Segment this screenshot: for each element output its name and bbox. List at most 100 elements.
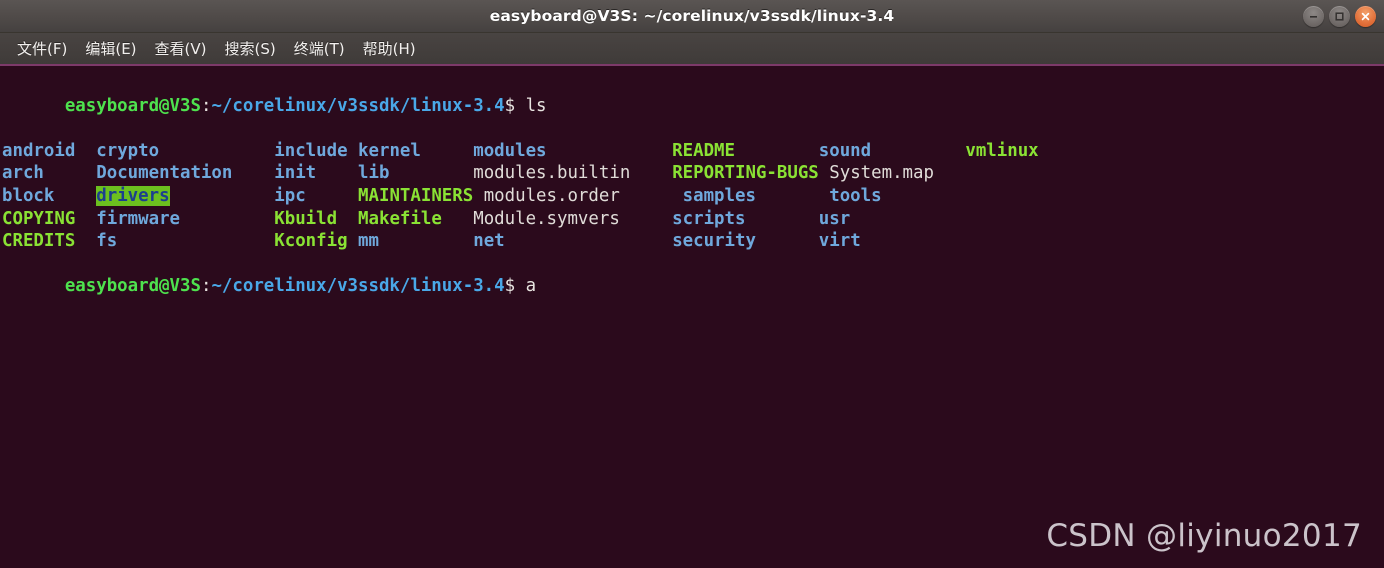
ls-entry[interactable]: include [274,141,347,161]
ls-column-gap [442,209,473,229]
ls-column-gap [316,163,358,183]
ls-entry[interactable]: scripts [672,209,745,229]
menu-item-edit[interactable]: 编辑(E) [76,35,145,62]
minimize-icon [1310,15,1317,18]
ls-column-gap [306,186,358,206]
ls-entry[interactable]: firmware [96,209,180,229]
ls-column-gap [547,141,673,161]
ls-column-gap [505,231,673,251]
ls-column-gap [379,231,473,251]
ls-entry[interactable]: kernel [358,141,421,161]
ls-entry[interactable]: modules.order [484,186,620,206]
ls-entry[interactable]: arch [2,163,44,183]
titlebar: easyboard@V3S: ~/corelinux/v3ssdk/linux-… [0,0,1384,33]
ls-output-row: arch Documentation init lib modules.buil… [2,162,1384,185]
ls-column-gap [54,186,96,206]
ls-entry[interactable]: vmlinux [965,141,1038,161]
ls-entry[interactable]: Documentation [96,163,232,183]
window-title: easyboard@V3S: ~/corelinux/v3ssdk/linux-… [489,7,895,25]
ls-entry[interactable]: Kbuild [274,209,337,229]
ls-entry[interactable]: virt [819,231,861,251]
menu-item-file[interactable]: 文件(F) [8,35,76,62]
ls-output-row: android crypto include kernel modules RE… [2,140,1384,163]
ls-column-gap [871,141,965,161]
ls-entry[interactable]: samples [683,186,756,206]
ls-column-gap [348,141,358,161]
maximize-button[interactable] [1329,5,1350,27]
ls-entry[interactable]: tools [829,186,881,206]
window-controls [1303,0,1376,32]
command-ls: ls [515,95,547,116]
ls-column-gap [745,209,818,229]
prompt-colon: : [200,95,212,116]
prompt-path: ~/corelinux/v3ssdk/linux-3.4 [211,276,505,297]
ls-entry[interactable]: MAINTAINERS [358,186,473,206]
ls-entry[interactable]: README [672,141,735,161]
command-typed: a [515,276,537,297]
ls-entry[interactable]: sound [819,141,871,161]
ls-entry[interactable]: ipc [274,186,305,206]
ls-column-gap [75,231,96,251]
ls-column-gap [232,163,274,183]
terminal-prompt-line-1: easyboard@V3S:~/corelinux/v3ssdk/linux-3… [2,72,1384,140]
ls-column-gap [75,209,96,229]
ls-entry[interactable]: Kconfig [274,231,347,251]
menu-item-help[interactable]: 帮助(H) [354,35,425,62]
ls-entry[interactable]: init [274,163,316,183]
ls-column-gap [473,186,483,206]
ls-entry[interactable]: lib [358,163,389,183]
ls-column-gap [44,163,96,183]
menu-item-terminal[interactable]: 终端(T) [285,35,354,62]
prompt-user-host: easyboard@V3S [64,95,201,116]
ls-column-gap [117,231,274,251]
ls-entry[interactable]: mm [358,231,379,251]
ls-entry[interactable]: modules.builtin [473,163,630,183]
ls-column-gap [620,186,683,206]
terminal-output-area[interactable]: easyboard@V3S:~/corelinux/v3ssdk/linux-3… [0,66,1384,568]
ls-column-gap [170,186,275,206]
ls-entry[interactable]: modules [473,141,546,161]
ls-output-row: block drivers ipc MAINTAINERS modules.or… [2,185,1384,208]
minimize-button[interactable] [1303,5,1324,27]
menu-item-search[interactable]: 搜索(S) [216,35,285,62]
ls-column-gap [337,209,358,229]
ls-column-gap [180,209,274,229]
menubar: 文件(F) 编辑(E) 查看(V) 搜索(S) 终端(T) 帮助(H) [0,33,1384,66]
ls-entry[interactable]: fs [96,231,117,251]
ls-entry[interactable]: drivers [96,185,170,206]
ls-entry[interactable]: System.map [829,163,934,183]
maximize-icon [1335,11,1344,21]
prompt-colon: : [200,276,212,297]
ls-entry[interactable]: REPORTING-BUGS [672,163,819,183]
ls-column-gap [348,231,358,251]
ls-column-gap [421,141,473,161]
ls-entry[interactable]: Makefile [358,209,442,229]
ls-column-gap [389,163,473,183]
csdn-watermark: CSDN @liyinuo2017 [1046,518,1362,554]
ls-column-gap [75,141,96,161]
prompt-user-host: easyboard@V3S [64,276,201,297]
ls-entry[interactable]: security [672,231,756,251]
ls-entry[interactable]: net [473,231,504,251]
ls-entry[interactable]: COPYING [2,209,75,229]
ls-column-gap [756,186,829,206]
ls-entry[interactable]: block [2,186,54,206]
ls-entry[interactable]: android [2,141,75,161]
ls-entry[interactable]: Module.symvers [473,209,620,229]
prompt-sigil: $ [504,276,516,297]
ls-entry[interactable]: CREDITS [2,231,75,251]
ls-column-gap [630,163,672,183]
ls-column-gap [735,141,819,161]
prompt-path: ~/corelinux/v3ssdk/linux-3.4 [211,95,505,116]
menu-item-view[interactable]: 查看(V) [146,35,216,62]
ls-column-gap [756,231,819,251]
close-button[interactable] [1355,5,1376,27]
ls-entry[interactable]: usr [819,209,850,229]
ls-column-gap [159,141,274,161]
prompt-sigil: $ [504,95,516,116]
close-icon [1361,12,1370,20]
terminal-window: easyboard@V3S: ~/corelinux/v3ssdk/linux-… [0,0,1384,568]
ls-entry[interactable]: crypto [96,141,159,161]
ls-output: android crypto include kernel modules RE… [2,140,1384,253]
ls-output-row: COPYING firmware Kbuild Makefile Module.… [2,208,1384,231]
